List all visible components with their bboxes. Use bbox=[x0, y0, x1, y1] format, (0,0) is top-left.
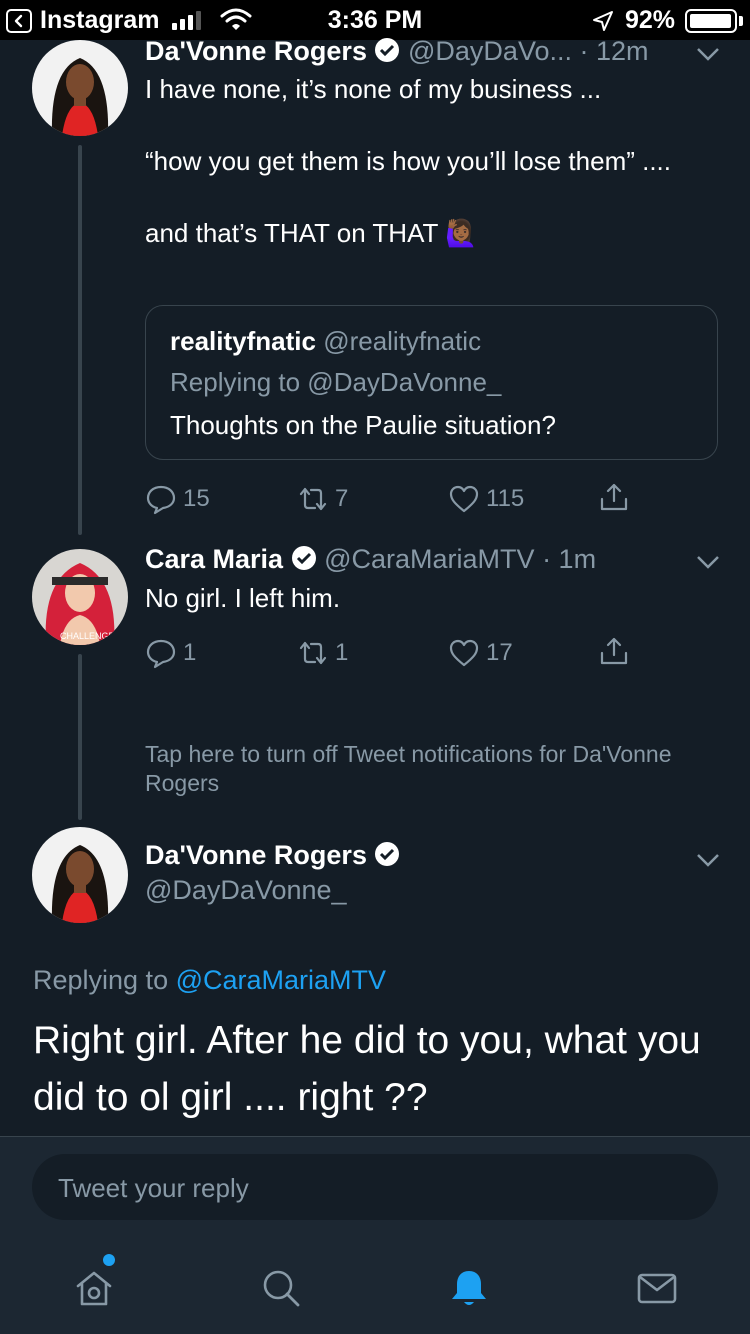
focused-tweet-text: Right girl. After he did to you, what yo… bbox=[33, 1019, 701, 1119]
retweet-icon bbox=[299, 487, 327, 511]
svg-text:CHALLENGE: CHALLENGE bbox=[60, 631, 115, 641]
replying-to: Replying to @CaraMariaMTV bbox=[33, 965, 386, 996]
tab-bar bbox=[0, 1244, 750, 1334]
battery-percent: 92% bbox=[625, 6, 676, 34]
quoted-text: Thoughts on the Paulie situation? bbox=[170, 410, 556, 440]
chevron-down-icon[interactable] bbox=[696, 46, 720, 62]
tweet-header: Da'Vonne Rogers @DayDaVo... · 12m bbox=[145, 36, 649, 67]
tweet-time: · 12m bbox=[579, 36, 649, 66]
status-bar: Instagram 3:36 PM 92% bbox=[0, 0, 750, 40]
chevron-down-icon[interactable] bbox=[696, 852, 720, 868]
thread-connector bbox=[78, 654, 82, 820]
replying-prefix: Replying to bbox=[33, 965, 169, 995]
heart-icon bbox=[449, 485, 479, 513]
battery-icon bbox=[685, 9, 737, 33]
retweet-count: 7 bbox=[335, 485, 349, 512]
author-name[interactable]: Da'Vonne Rogers bbox=[145, 36, 367, 66]
quoted-tweet[interactable]: realityfnatic @realityfnatic Replying to… bbox=[145, 305, 718, 460]
author-name[interactable]: Da'Vonne Rogers bbox=[145, 840, 367, 870]
share-button[interactable] bbox=[598, 635, 630, 667]
avatar-davonne[interactable] bbox=[32, 40, 128, 136]
tweet-header: Cara Maria @CaraMariaMTV · 1m bbox=[145, 544, 596, 575]
location-arrow-icon bbox=[593, 11, 613, 31]
reply-icon bbox=[146, 485, 176, 515]
verified-badge-icon bbox=[375, 38, 400, 62]
quoted-handle: @realityfnatic bbox=[323, 326, 482, 356]
reply-button[interactable]: 1 bbox=[145, 637, 196, 669]
author-handle[interactable]: @CaraMariaMTV bbox=[324, 544, 534, 574]
chevron-down-icon[interactable] bbox=[696, 554, 720, 570]
like-count: 17 bbox=[486, 639, 513, 666]
retweet-button[interactable]: 7 bbox=[297, 483, 348, 515]
retweet-button[interactable]: 1 bbox=[297, 637, 348, 669]
tweet-text: No girl. I left him. bbox=[145, 583, 341, 613]
avatar-davonne[interactable] bbox=[32, 827, 128, 923]
verified-badge-icon bbox=[291, 546, 316, 570]
like-count: 115 bbox=[486, 485, 525, 512]
thread-connector bbox=[78, 145, 82, 535]
replying-handle-link[interactable]: @CaraMariaMTV bbox=[176, 965, 386, 995]
notifications-bell-icon[interactable] bbox=[447, 1266, 491, 1310]
share-icon bbox=[600, 483, 628, 511]
avatar-cara-maria[interactable]: CHALLENGE bbox=[32, 549, 128, 645]
retweet-count: 1 bbox=[335, 639, 349, 666]
share-button[interactable] bbox=[598, 481, 630, 513]
notification-toggle-prompt[interactable]: Tap here to turn off Tweet notifications… bbox=[145, 740, 705, 798]
battery-tip bbox=[739, 16, 743, 26]
search-icon[interactable] bbox=[259, 1266, 303, 1310]
retweet-icon bbox=[299, 641, 327, 665]
focused-author: Da'Vonne Rogers bbox=[145, 840, 400, 871]
reply-icon bbox=[146, 639, 176, 669]
quoted-replying-to: Replying to @DayDaVonne_ bbox=[170, 367, 502, 397]
reply-placeholder: Tweet your reply bbox=[58, 1173, 249, 1203]
messages-icon[interactable] bbox=[635, 1266, 679, 1310]
tweet-text: I have none, it’s none of my business ..… bbox=[145, 74, 672, 248]
author-name[interactable]: Cara Maria bbox=[145, 544, 283, 574]
quoted-name: realityfnatic bbox=[170, 326, 316, 356]
verified-badge-icon bbox=[375, 842, 400, 866]
author-handle[interactable]: @DayDaVonne_ bbox=[145, 875, 347, 906]
quoted-author: realityfnatic @realityfnatic bbox=[170, 326, 481, 357]
reply-button[interactable]: 15 bbox=[145, 483, 210, 515]
like-button[interactable]: 17 bbox=[448, 637, 513, 669]
share-icon bbox=[600, 637, 628, 665]
new-tweets-dot bbox=[103, 1254, 115, 1266]
home-icon[interactable] bbox=[72, 1254, 116, 1310]
heart-icon bbox=[449, 639, 479, 667]
reply-input[interactable]: Tweet your reply bbox=[32, 1154, 718, 1220]
reply-count: 15 bbox=[183, 485, 210, 512]
like-button[interactable]: 115 bbox=[448, 483, 524, 515]
reply-count: 1 bbox=[183, 639, 197, 666]
author-handle[interactable]: @DayDaVo... bbox=[408, 36, 572, 66]
tweet-time: · 1m bbox=[542, 544, 597, 574]
